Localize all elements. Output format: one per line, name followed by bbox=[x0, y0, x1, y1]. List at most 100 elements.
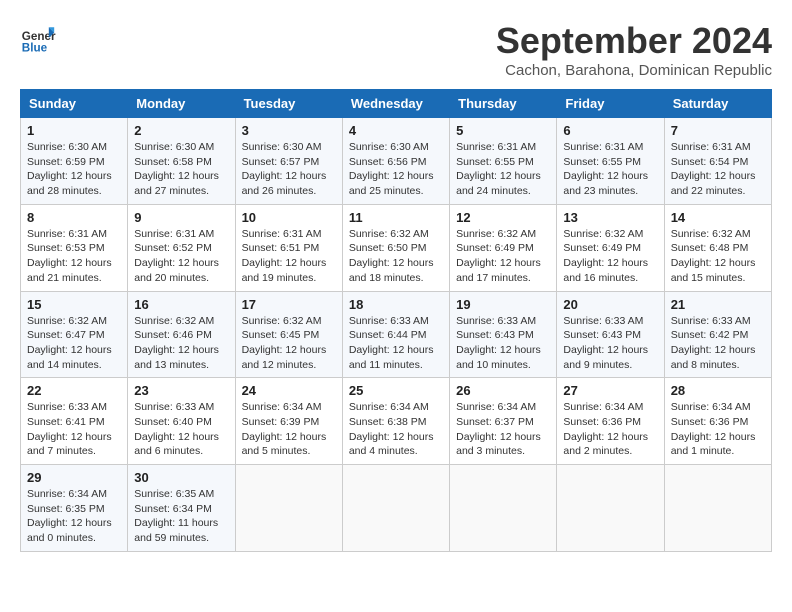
calendar-cell: 10 Sunrise: 6:31 AM Sunset: 6:51 PM Dayli… bbox=[235, 204, 342, 291]
day-number: 21 bbox=[671, 297, 765, 312]
day-info: Sunrise: 6:34 AM Sunset: 6:38 PM Dayligh… bbox=[349, 400, 443, 459]
day-number: 27 bbox=[563, 383, 657, 398]
day-info: Sunrise: 6:31 AM Sunset: 6:54 PM Dayligh… bbox=[671, 140, 765, 199]
weekday-header-row: SundayMondayTuesdayWednesdayThursdayFrid… bbox=[21, 90, 772, 118]
calendar-cell bbox=[235, 465, 342, 552]
calendar-cell: 15Sunrise: 6:32 AM Sunset: 6:47 PM Dayli… bbox=[21, 291, 128, 378]
calendar-cell: 20 Sunrise: 6:33 AM Sunset: 6:43 PM Dayli… bbox=[557, 291, 664, 378]
calendar-cell bbox=[664, 465, 771, 552]
weekday-header-sunday: Sunday bbox=[21, 90, 128, 118]
calendar-cell: 24 Sunrise: 6:34 AM Sunset: 6:39 PM Dayli… bbox=[235, 378, 342, 465]
day-number: 23 bbox=[134, 383, 228, 398]
logo: General Blue bbox=[20, 20, 56, 56]
day-info: Sunrise: 6:33 AM Sunset: 6:40 PM Dayligh… bbox=[134, 400, 228, 459]
svg-text:Blue: Blue bbox=[22, 42, 48, 55]
day-number: 5 bbox=[456, 123, 550, 138]
day-info: Sunrise: 6:30 AM Sunset: 6:59 PM Dayligh… bbox=[27, 140, 121, 199]
logo-icon: General Blue bbox=[20, 20, 56, 56]
calendar-cell: 6 Sunrise: 6:31 AM Sunset: 6:55 PM Daylig… bbox=[557, 118, 664, 205]
calendar-cell: 4 Sunrise: 6:30 AM Sunset: 6:56 PM Daylig… bbox=[342, 118, 449, 205]
day-number: 7 bbox=[671, 123, 765, 138]
calendar-week-row: 8 Sunrise: 6:31 AM Sunset: 6:53 PM Daylig… bbox=[21, 204, 772, 291]
day-info: Sunrise: 6:31 AM Sunset: 6:55 PM Dayligh… bbox=[563, 140, 657, 199]
calendar-week-row: 15Sunrise: 6:32 AM Sunset: 6:47 PM Dayli… bbox=[21, 291, 772, 378]
calendar-cell: 26 Sunrise: 6:34 AM Sunset: 6:37 PM Dayli… bbox=[450, 378, 557, 465]
title-section: September 2024 Cachon, Barahona, Dominic… bbox=[496, 20, 772, 79]
day-info: Sunrise: 6:30 AM Sunset: 6:58 PM Dayligh… bbox=[134, 140, 228, 199]
day-number: 16 bbox=[134, 297, 228, 312]
day-info: Sunrise: 6:31 AM Sunset: 6:53 PM Dayligh… bbox=[27, 227, 121, 286]
day-info: Sunrise: 6:32 AM Sunset: 6:48 PM Dayligh… bbox=[671, 227, 765, 286]
calendar-cell: 19 Sunrise: 6:33 AM Sunset: 6:43 PM Dayli… bbox=[450, 291, 557, 378]
day-info: Sunrise: 6:34 AM Sunset: 6:36 PM Dayligh… bbox=[671, 400, 765, 459]
day-number: 22 bbox=[27, 383, 121, 398]
day-info: Sunrise: 6:34 AM Sunset: 6:36 PM Dayligh… bbox=[563, 400, 657, 459]
calendar-week-row: 1 Sunrise: 6:30 AM Sunset: 6:59 PM Daylig… bbox=[21, 118, 772, 205]
calendar-cell: 5Sunrise: 6:31 AM Sunset: 6:55 PM Daylig… bbox=[450, 118, 557, 205]
day-number: 6 bbox=[563, 123, 657, 138]
day-info: Sunrise: 6:31 AM Sunset: 6:51 PM Dayligh… bbox=[242, 227, 336, 286]
calendar-cell: 23 Sunrise: 6:33 AM Sunset: 6:40 PM Dayli… bbox=[128, 378, 235, 465]
day-number: 18 bbox=[349, 297, 443, 312]
day-number: 15 bbox=[27, 297, 121, 312]
day-info: Sunrise: 6:33 AM Sunset: 6:43 PM Dayligh… bbox=[456, 314, 550, 373]
day-info: Sunrise: 6:32 AM Sunset: 6:46 PM Dayligh… bbox=[134, 314, 228, 373]
calendar-cell: 18 Sunrise: 6:33 AM Sunset: 6:44 PM Dayli… bbox=[342, 291, 449, 378]
day-info: Sunrise: 6:33 AM Sunset: 6:42 PM Dayligh… bbox=[671, 314, 765, 373]
calendar-cell bbox=[557, 465, 664, 552]
day-info: Sunrise: 6:30 AM Sunset: 6:57 PM Dayligh… bbox=[242, 140, 336, 199]
location-title: Cachon, Barahona, Dominican Republic bbox=[496, 62, 772, 79]
day-number: 10 bbox=[242, 210, 336, 225]
day-number: 4 bbox=[349, 123, 443, 138]
calendar-cell: 22 Sunrise: 6:33 AM Sunset: 6:41 PM Dayli… bbox=[21, 378, 128, 465]
day-number: 25 bbox=[349, 383, 443, 398]
calendar-week-row: 29Sunrise: 6:34 AM Sunset: 6:35 PM Dayli… bbox=[21, 465, 772, 552]
day-number: 2 bbox=[134, 123, 228, 138]
day-info: Sunrise: 6:33 AM Sunset: 6:41 PM Dayligh… bbox=[27, 400, 121, 459]
calendar-week-row: 22 Sunrise: 6:33 AM Sunset: 6:41 PM Dayli… bbox=[21, 378, 772, 465]
calendar-cell: 9 Sunrise: 6:31 AM Sunset: 6:52 PM Daylig… bbox=[128, 204, 235, 291]
day-info: Sunrise: 6:34 AM Sunset: 6:37 PM Dayligh… bbox=[456, 400, 550, 459]
calendar-cell: 25 Sunrise: 6:34 AM Sunset: 6:38 PM Dayli… bbox=[342, 378, 449, 465]
day-number: 13 bbox=[563, 210, 657, 225]
day-number: 20 bbox=[563, 297, 657, 312]
calendar-cell: 7 Sunrise: 6:31 AM Sunset: 6:54 PM Daylig… bbox=[664, 118, 771, 205]
calendar-cell: 30 Sunrise: 6:35 AM Sunset: 6:34 PM Dayli… bbox=[128, 465, 235, 552]
day-number: 26 bbox=[456, 383, 550, 398]
day-info: Sunrise: 6:32 AM Sunset: 6:49 PM Dayligh… bbox=[456, 227, 550, 286]
calendar-cell: 29Sunrise: 6:34 AM Sunset: 6:35 PM Dayli… bbox=[21, 465, 128, 552]
calendar-table: SundayMondayTuesdayWednesdayThursdayFrid… bbox=[20, 89, 772, 552]
day-number: 24 bbox=[242, 383, 336, 398]
day-number: 30 bbox=[134, 470, 228, 485]
day-number: 8 bbox=[27, 210, 121, 225]
calendar-cell: 27 Sunrise: 6:34 AM Sunset: 6:36 PM Dayli… bbox=[557, 378, 664, 465]
calendar-cell: 14Sunrise: 6:32 AM Sunset: 6:48 PM Dayli… bbox=[664, 204, 771, 291]
day-number: 9 bbox=[134, 210, 228, 225]
calendar-cell: 17Sunrise: 6:32 AM Sunset: 6:45 PM Dayli… bbox=[235, 291, 342, 378]
page-header: General Blue September 2024 Cachon, Bara… bbox=[20, 20, 772, 79]
day-info: Sunrise: 6:33 AM Sunset: 6:44 PM Dayligh… bbox=[349, 314, 443, 373]
day-info: Sunrise: 6:31 AM Sunset: 6:52 PM Dayligh… bbox=[134, 227, 228, 286]
calendar-cell: 1 Sunrise: 6:30 AM Sunset: 6:59 PM Daylig… bbox=[21, 118, 128, 205]
day-info: Sunrise: 6:34 AM Sunset: 6:39 PM Dayligh… bbox=[242, 400, 336, 459]
day-info: Sunrise: 6:32 AM Sunset: 6:45 PM Dayligh… bbox=[242, 314, 336, 373]
day-number: 3 bbox=[242, 123, 336, 138]
calendar-cell: 3 Sunrise: 6:30 AM Sunset: 6:57 PM Daylig… bbox=[235, 118, 342, 205]
day-number: 29 bbox=[27, 470, 121, 485]
calendar-cell: 28Sunrise: 6:34 AM Sunset: 6:36 PM Dayli… bbox=[664, 378, 771, 465]
day-info: Sunrise: 6:32 AM Sunset: 6:49 PM Dayligh… bbox=[563, 227, 657, 286]
calendar-cell: 2 Sunrise: 6:30 AM Sunset: 6:58 PM Daylig… bbox=[128, 118, 235, 205]
day-number: 19 bbox=[456, 297, 550, 312]
day-info: Sunrise: 6:32 AM Sunset: 6:50 PM Dayligh… bbox=[349, 227, 443, 286]
calendar-cell: 8 Sunrise: 6:31 AM Sunset: 6:53 PM Daylig… bbox=[21, 204, 128, 291]
calendar-cell: 13 Sunrise: 6:32 AM Sunset: 6:49 PM Dayli… bbox=[557, 204, 664, 291]
weekday-header-saturday: Saturday bbox=[664, 90, 771, 118]
weekday-header-wednesday: Wednesday bbox=[342, 90, 449, 118]
day-number: 1 bbox=[27, 123, 121, 138]
calendar-cell: 21 Sunrise: 6:33 AM Sunset: 6:42 PM Dayli… bbox=[664, 291, 771, 378]
day-info: Sunrise: 6:30 AM Sunset: 6:56 PM Dayligh… bbox=[349, 140, 443, 199]
day-info: Sunrise: 6:35 AM Sunset: 6:34 PM Dayligh… bbox=[134, 487, 228, 546]
weekday-header-friday: Friday bbox=[557, 90, 664, 118]
day-info: Sunrise: 6:33 AM Sunset: 6:43 PM Dayligh… bbox=[563, 314, 657, 373]
day-number: 11 bbox=[349, 210, 443, 225]
